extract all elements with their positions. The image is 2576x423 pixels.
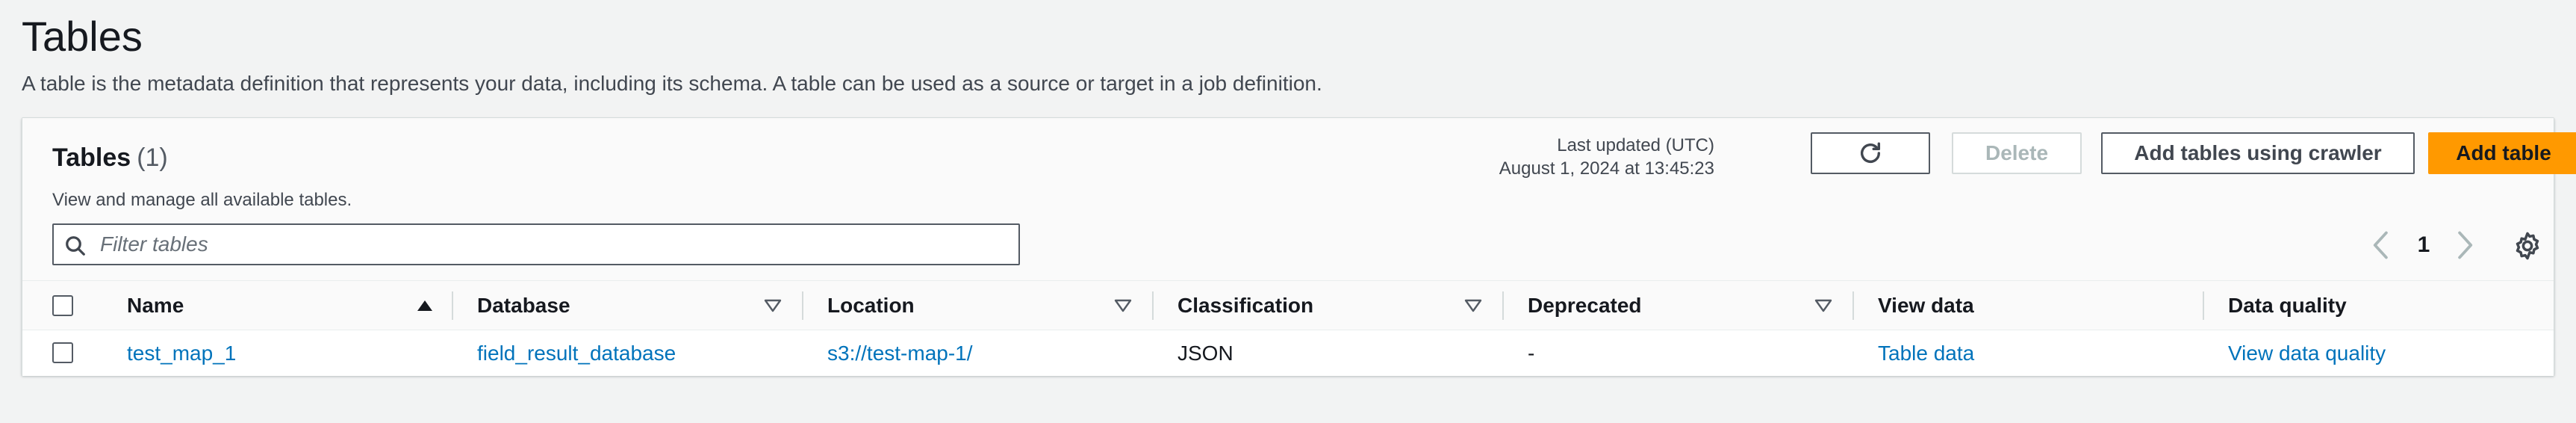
sort-descending-icon[interactable] xyxy=(1114,299,1132,312)
page-description: A table is the metadata definition that … xyxy=(22,72,1322,95)
table-row: test_map_1 field_result_database s3://te… xyxy=(22,330,2554,376)
sort-ascending-icon[interactable] xyxy=(416,299,434,312)
column-divider[interactable] xyxy=(1152,291,1154,320)
container-title: Tables (1) xyxy=(52,136,168,179)
table-header-row: Name Database Location Classification De… xyxy=(22,281,2554,330)
column-header-view-data: View data xyxy=(1878,294,1974,317)
refresh-button[interactable] xyxy=(1811,132,1930,174)
page-number-1[interactable]: 1 xyxy=(2409,229,2439,262)
column-header-database[interactable]: Database xyxy=(477,281,570,330)
column-header-classification[interactable]: Classification xyxy=(1177,281,1313,330)
column-divider[interactable] xyxy=(452,291,453,320)
column-header-deprecated[interactable]: Deprecated xyxy=(1528,281,1642,330)
add-tables-using-crawler-button[interactable]: Add tables using crawler xyxy=(2101,132,2415,174)
tables-container: Tables (1) View and manage all available … xyxy=(22,117,2576,376)
filter-tables-field[interactable] xyxy=(52,223,1020,265)
page-title: Tables xyxy=(22,13,143,60)
last-updated-value: August 1, 2024 at 13:45:23 xyxy=(1499,158,1714,179)
table-name-link[interactable]: test_map_1 xyxy=(127,330,236,376)
view-table-data-link[interactable]: Table data xyxy=(1878,330,1974,376)
row-select-checkbox[interactable] xyxy=(52,342,73,363)
column-header-location[interactable]: Location xyxy=(827,281,915,330)
chevron-right-icon[interactable] xyxy=(2452,229,2477,262)
delete-button[interactable]: Delete xyxy=(1952,132,2082,174)
database-link[interactable]: field_result_database xyxy=(477,330,676,376)
chevron-left-icon[interactable] xyxy=(2368,229,2394,262)
table-count: (1) xyxy=(137,143,168,172)
settings-icon[interactable] xyxy=(2512,230,2543,262)
tables-container-header: Tables (1) View and manage all available … xyxy=(22,118,2576,281)
column-divider[interactable] xyxy=(2203,291,2204,320)
filter-tables-input[interactable] xyxy=(100,225,996,264)
sort-descending-icon[interactable] xyxy=(764,299,782,312)
column-header-data-quality: Data quality xyxy=(2228,294,2347,317)
column-divider[interactable] xyxy=(1852,291,1854,320)
search-icon xyxy=(66,236,85,256)
select-all-checkbox[interactable] xyxy=(52,295,73,316)
last-updated: Last updated (UTC) August 1, 2024 at 13:… xyxy=(1386,134,1714,180)
container-title-text: Tables xyxy=(52,143,131,172)
column-divider[interactable] xyxy=(802,291,803,320)
sort-descending-icon[interactable] xyxy=(1814,299,1832,312)
sort-descending-icon[interactable] xyxy=(1464,299,1482,312)
view-data-quality-link[interactable]: View data quality xyxy=(2228,330,2386,376)
column-divider[interactable] xyxy=(1502,291,1504,320)
refresh-icon xyxy=(1860,142,1881,163)
column-header-name[interactable]: Name xyxy=(127,281,184,330)
tables-page: Tables A table is the metadata definitio… xyxy=(0,0,2576,423)
deprecated-value: - xyxy=(1528,342,1535,365)
last-updated-label: Last updated (UTC) xyxy=(1557,135,1714,155)
container-subtitle: View and manage all available tables. xyxy=(52,190,352,210)
location-link[interactable]: s3://test-map-1/ xyxy=(827,330,973,376)
classification-value: JSON xyxy=(1177,342,1233,365)
add-table-button[interactable]: Add table xyxy=(2428,132,2576,174)
